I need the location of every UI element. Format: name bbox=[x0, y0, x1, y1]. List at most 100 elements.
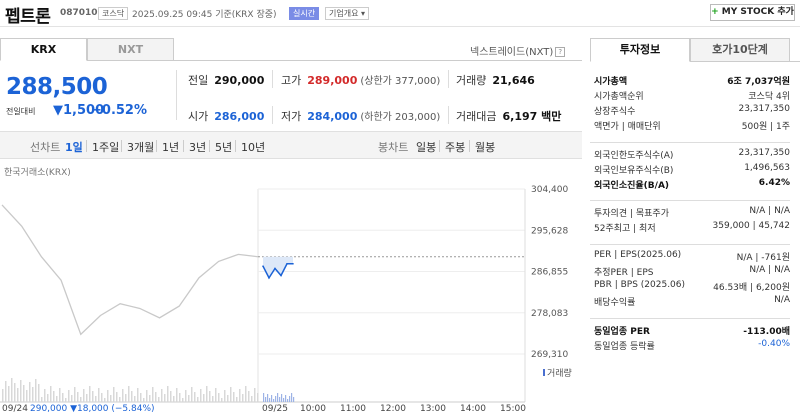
volume-bar bbox=[35, 379, 37, 402]
volume-bar bbox=[107, 390, 109, 402]
volume-bar bbox=[267, 394, 269, 402]
info-row-label: 외국인한도주식수(A) bbox=[594, 151, 674, 161]
x-tick-label: 13:00 bbox=[420, 404, 446, 414]
volume-bar bbox=[242, 394, 244, 402]
chart-ticks: 304,400 295,628 286,855 278,083 269,310 09/25… bbox=[262, 185, 568, 414]
volume-bar bbox=[29, 382, 31, 402]
y-tick-label: 286,855 bbox=[531, 268, 568, 278]
tab-investment-info[interactable]: 투자정보 bbox=[590, 38, 690, 62]
info-row-label: 외국인소진율(B/A) bbox=[594, 181, 670, 191]
tab-quote-10[interactable]: 호가10단계 bbox=[690, 38, 790, 62]
volume-bar bbox=[8, 386, 10, 402]
volume-bar bbox=[23, 385, 25, 402]
volume-legend: 거래량 bbox=[543, 367, 572, 379]
volume-bar bbox=[161, 389, 163, 402]
info-row-value: 23,317,350 bbox=[738, 104, 790, 114]
stat-amount-label: 거래대금 bbox=[456, 110, 497, 123]
period-10y[interactable]: 10년 bbox=[241, 139, 265, 155]
stat-high-limit: (상한가 377,000) bbox=[360, 76, 441, 87]
volume-bar bbox=[68, 390, 70, 402]
volume-bar bbox=[281, 394, 283, 402]
section-divider bbox=[590, 318, 790, 319]
volume-bar bbox=[215, 388, 217, 402]
info-row: 액면가 | 매매단위 500원 | 1주 bbox=[594, 119, 790, 133]
volume-bar bbox=[289, 396, 291, 402]
series-prev-day-line bbox=[1, 204, 259, 336]
info-row: 배당수익률 N/A bbox=[594, 295, 790, 309]
volume-bar bbox=[41, 397, 43, 402]
volume-bar bbox=[56, 396, 58, 402]
volume-bar bbox=[80, 397, 82, 402]
volume-bar bbox=[271, 395, 273, 402]
candle-chart-label[interactable]: 봉차트 bbox=[378, 139, 408, 155]
volume-bar bbox=[95, 396, 97, 402]
info-row-value: 500원 | 1주 bbox=[741, 122, 790, 132]
stat-high-label: 고가 bbox=[281, 74, 302, 87]
period-3m[interactable]: 3개월 bbox=[127, 139, 154, 155]
tab-nxt[interactable]: NXT bbox=[87, 38, 174, 61]
nextrade-link[interactable]: 넥스트레이드(NXT)? bbox=[470, 43, 566, 58]
volume-bar bbox=[191, 387, 193, 402]
chart-grid bbox=[0, 188, 526, 403]
stat-prev-label: 전일 bbox=[188, 74, 209, 87]
realtime-badge[interactable]: 실시간 bbox=[289, 7, 320, 20]
change-label: 전일대비 bbox=[6, 107, 36, 116]
stat-amount: 거래대금 6,197 백만 bbox=[456, 108, 561, 124]
stat-open-value: 286,000 bbox=[214, 110, 265, 123]
period-1d[interactable]: 1일 bbox=[65, 139, 83, 155]
volume-bar bbox=[224, 390, 226, 402]
y-tick-label: 269,310 bbox=[531, 350, 568, 360]
volume-bar bbox=[212, 396, 214, 402]
period-daily[interactable]: 일봉 bbox=[416, 139, 436, 155]
volume-bar bbox=[170, 391, 172, 402]
volume-bar bbox=[188, 395, 190, 402]
section-divider bbox=[590, 244, 790, 245]
line-chart-label[interactable]: 선차트 bbox=[30, 139, 60, 155]
volume-bar bbox=[38, 384, 40, 402]
volume-bar bbox=[62, 393, 64, 402]
volume-bar bbox=[44, 389, 46, 402]
stat-prev-value: 290,000 bbox=[214, 74, 265, 87]
info-row: 52주최고 | 최저 359,000 | 45,742 bbox=[594, 221, 790, 235]
volume-bar bbox=[5, 381, 7, 402]
help-icon[interactable]: ? bbox=[555, 47, 566, 57]
volume-bar bbox=[53, 391, 55, 402]
period-weekly[interactable]: 주봉 bbox=[445, 139, 465, 155]
info-row: 시가총액순위 코스닥 4위 bbox=[594, 89, 790, 103]
x-tick-label: 11:00 bbox=[340, 404, 366, 414]
volume-bar bbox=[113, 387, 115, 402]
volume-bar bbox=[116, 392, 118, 402]
divider bbox=[448, 106, 449, 124]
info-row: 동일업종 등락률 -0.40% bbox=[594, 339, 790, 353]
company-overview-button[interactable]: 기업개요 ▾ bbox=[325, 7, 370, 20]
volume-bar bbox=[122, 389, 124, 402]
volume-bar bbox=[92, 391, 94, 402]
period-1y[interactable]: 1년 bbox=[162, 139, 179, 155]
info-row-label: PBR | BPS (2025.06) bbox=[594, 280, 686, 290]
volume-bar bbox=[182, 398, 184, 402]
info-row-value: 46.53배 | 6,200원 bbox=[713, 283, 790, 293]
volume-bar bbox=[134, 396, 136, 402]
info-row-value: 6조 7,037억원 bbox=[727, 77, 790, 87]
volume-bar bbox=[2, 389, 4, 402]
volume-bar bbox=[277, 393, 279, 402]
volume-bar bbox=[14, 383, 16, 402]
period-monthly[interactable]: 월봉 bbox=[475, 139, 495, 155]
y-tick-label: 304,400 bbox=[531, 185, 568, 195]
tab-krx[interactable]: KRX bbox=[0, 38, 87, 61]
add-mystock-button[interactable]: + MY STOCK 추가 bbox=[710, 4, 795, 21]
price-chart[interactable]: 304,400 295,628 286,855 278,083 269,310 09/25… bbox=[0, 177, 582, 419]
change-percent: −0.52% bbox=[91, 103, 147, 118]
stat-volume-label: 거래량 bbox=[456, 74, 487, 87]
stat-amount-value: 6,197 백만 bbox=[502, 110, 562, 123]
volume-bar bbox=[119, 397, 121, 402]
volume-bar bbox=[74, 387, 76, 402]
period-5y[interactable]: 5년 bbox=[215, 139, 232, 155]
info-row: 동일업종 PER -113.00배 bbox=[594, 324, 790, 338]
period-1w[interactable]: 1주일 bbox=[92, 139, 119, 155]
period-bar: 선차트 1일 1주일 3개월 1년 3년 5년 10년 봉차트 일봉 주봉 월봉 bbox=[0, 131, 582, 159]
tab-divider bbox=[790, 61, 800, 62]
period-3y[interactable]: 3년 bbox=[189, 139, 206, 155]
stat-volume-value: 21,646 bbox=[492, 74, 535, 87]
info-row: 시가총액 6조 7,037억원 bbox=[594, 74, 790, 88]
